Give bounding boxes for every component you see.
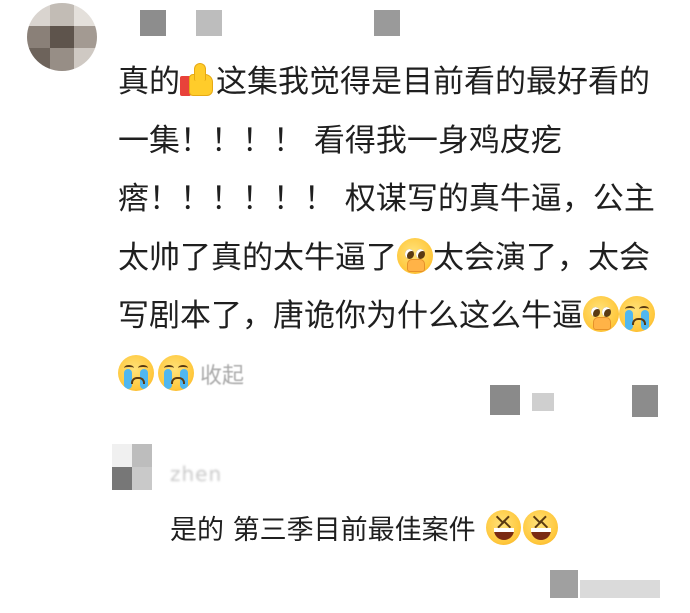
username[interactable]: [140, 6, 400, 40]
comment-body: 真的 这集我觉得是目前看的最好看的 一集！！！！ 看得我一身鸡皮疙 瘩！！！！！！…: [118, 53, 678, 404]
reply-message: 是的 第三季目前最佳案件: [170, 515, 476, 546]
thumbs-up-icon: [180, 62, 216, 98]
comment-line: 太帅了真的太牛逼了 太会演了，太会: [118, 229, 678, 288]
mosaic-block: [490, 385, 520, 415]
laughing-face-icon: [523, 510, 559, 545]
pleading-face-icon: [583, 296, 619, 332]
comment-text: 太会演了，太会: [433, 239, 650, 276]
laughing-face-icon: [486, 510, 522, 545]
pleading-face-icon: [397, 237, 433, 274]
comment-action-bar: [112, 383, 660, 419]
reply-text: 是的 第三季目前最佳案件: [170, 508, 559, 547]
mosaic-block: [374, 10, 400, 36]
reply-avatar[interactable]: [112, 444, 152, 490]
comment-text: 真的: [118, 64, 180, 100]
loudly-crying-face-icon: [619, 296, 655, 332]
mosaic-block: [580, 580, 660, 598]
like-icon[interactable]: [532, 393, 554, 411]
comment-line: 一集！！！！ 看得我一身鸡皮疙: [118, 112, 678, 171]
reply-username[interactable]: zhen: [170, 462, 222, 486]
mosaic-block: [196, 10, 222, 36]
mosaic-block: [632, 385, 658, 417]
reply-action-bar: [170, 566, 670, 606]
mosaic-block: [140, 10, 166, 36]
avatar[interactable]: [27, 3, 97, 71]
comment-line: 写剧本了，唐诡你为什么这么牛逼: [118, 287, 678, 346]
comment-text: 这集我觉得是目前看的最好看的: [216, 64, 650, 100]
comment-text: 瘩！！！！！！ 权谋写的真牛逼，公主: [118, 181, 655, 217]
comment-text: 太帅了真的太牛逼了: [118, 239, 397, 276]
mosaic-block: [550, 570, 578, 598]
comment-line: 瘩！！！！！！ 权谋写的真牛逼，公主: [118, 170, 678, 229]
comment-line: 真的 这集我觉得是目前看的最好看的: [118, 53, 678, 112]
comment-text: 写剧本了，唐诡你为什么这么牛逼: [118, 298, 583, 334]
comment-text: 一集！！！！ 看得我一身鸡皮疙: [118, 122, 562, 159]
